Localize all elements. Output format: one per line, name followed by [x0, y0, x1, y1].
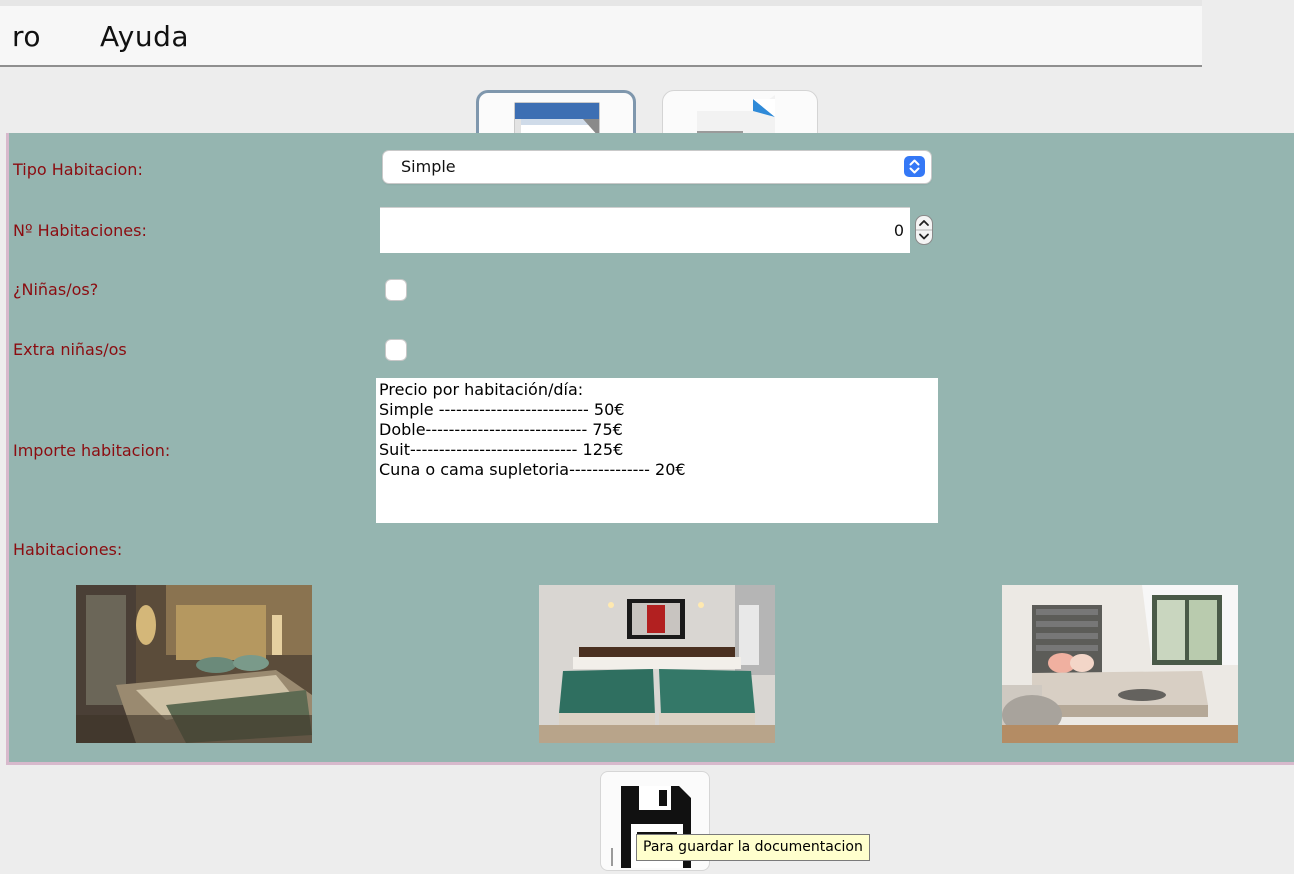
tipo-habitacion-select[interactable]: Simple: [383, 151, 931, 183]
importe-habitacion-label: Importe habitacion:: [13, 441, 171, 460]
menu-item-ayuda[interactable]: Ayuda: [100, 20, 189, 53]
room-photo-suit: [1002, 585, 1238, 743]
spinner-arrows-icon[interactable]: [915, 215, 933, 245]
ninos-checkbox[interactable]: [386, 280, 406, 300]
tipo-habitacion-label: Tipo Habitacion:: [13, 160, 143, 179]
save-tooltip: Para guardar la documentacion: [636, 834, 870, 861]
price-list-line: Suit----------------------------- 125€: [379, 440, 624, 459]
price-list-textarea[interactable]: Precio por habitación/día: Simple ------…: [376, 378, 938, 523]
room-photo-simple: [76, 585, 312, 743]
price-list-line: Cuna o cama supletoria-------------- 20€: [379, 460, 686, 479]
num-habitaciones-input[interactable]: 0: [380, 207, 910, 253]
price-list-line: Doble---------------------------- 75€: [379, 420, 623, 439]
extra-ninos-label: Extra niñas/os: [13, 340, 127, 359]
menu-bar: ro Ayuda: [0, 0, 1202, 67]
ninos-label: ¿Niñas/os?: [13, 280, 99, 299]
reservation-form-panel: Tipo Habitacion: Simple Nº Habitaciones:…: [6, 133, 1294, 765]
select-arrows-icon: [904, 156, 925, 177]
tipo-habitacion-value: Simple: [401, 157, 456, 176]
habitaciones-label: Habitaciones:: [13, 540, 123, 559]
num-habitaciones-label: Nº Habitaciones:: [13, 221, 147, 240]
menu-item-ro[interactable]: ro: [12, 20, 41, 53]
extra-ninos-checkbox[interactable]: [386, 340, 406, 360]
price-list-line: Precio por habitación/día:: [379, 380, 584, 399]
room-photo-doble: [539, 585, 775, 743]
price-list-line: Simple -------------------------- 50€: [379, 400, 625, 419]
num-habitaciones-value: 0: [893, 221, 904, 240]
